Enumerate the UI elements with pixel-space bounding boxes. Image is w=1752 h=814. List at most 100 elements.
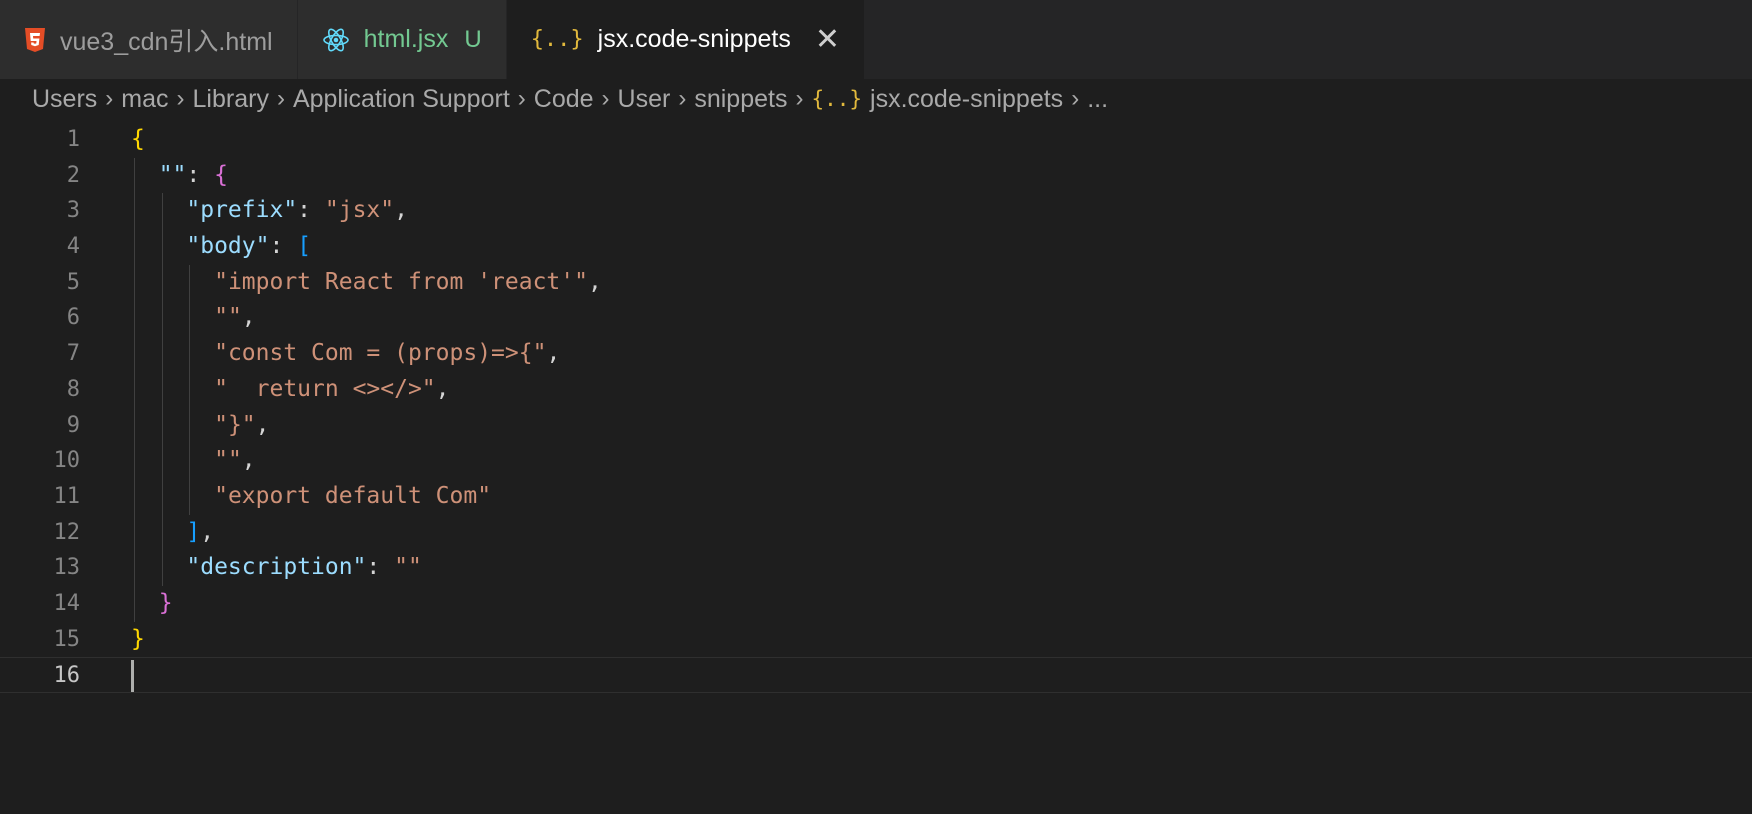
code-line[interactable]: 13 "description": "" (0, 550, 1752, 586)
chevron-right-icon: › (1071, 85, 1080, 112)
code-token: "" (214, 304, 242, 331)
code-token: "jsx" (324, 197, 395, 224)
code-text: ], (131, 515, 214, 551)
code-token: : (269, 233, 298, 260)
code-text: "prefix": "jsx", (131, 193, 408, 229)
tab-vue3-cdn-html[interactable]: vue3_cdn引入.html (0, 0, 298, 79)
breadcrumb-item-users[interactable]: Users (32, 85, 97, 114)
line-number: 2 (66, 162, 80, 188)
code-text: } (131, 622, 145, 658)
code-line[interactable]: 15} (0, 622, 1752, 658)
line-number: 15 (53, 626, 81, 652)
react-icon (322, 27, 350, 53)
editor-window: vue3_cdn引入.html html.jsx U {..} jsx.code… (0, 0, 1752, 814)
chevron-right-icon: › (276, 85, 285, 112)
code-text: "description": "" (131, 550, 422, 586)
code-token: [ (297, 233, 312, 260)
tab-label: vue3_cdn引入.html (60, 27, 273, 56)
breadcrumb-item-code[interactable]: Code (534, 85, 594, 114)
breadcrumb-item-library[interactable]: Library (193, 85, 269, 114)
code-line[interactable]: 14 } (0, 585, 1752, 622)
code-token: "prefix" (186, 197, 298, 224)
line-number: 4 (66, 234, 80, 260)
breadcrumb-item-mac[interactable]: mac (121, 85, 168, 114)
code-token: : (297, 197, 325, 224)
breadcrumb-item-snippets[interactable]: snippets (694, 85, 787, 114)
chevron-right-icon: › (678, 85, 687, 112)
code-line[interactable]: 6 "", (0, 300, 1752, 337)
line-number: 6 (66, 305, 80, 331)
code-line[interactable]: 4 "body": [ (0, 229, 1752, 265)
code-token: : (186, 161, 215, 188)
line-number: 9 (66, 412, 80, 438)
code-token: : (366, 554, 395, 581)
json-braces-icon: {..} (530, 27, 584, 52)
chevron-right-icon: › (795, 85, 804, 112)
tab-label: jsx.code-snippets (597, 25, 791, 53)
line-number: 3 (66, 198, 80, 224)
code-line[interactable]: 3 "prefix": "jsx", (0, 193, 1752, 230)
code-text: "export default Com" (131, 479, 491, 515)
code-text: "const Com = (props)=>{", (131, 336, 560, 372)
code-token: , (587, 268, 602, 295)
code-text: "body": [ (131, 229, 311, 265)
untracked-badge: U (464, 25, 482, 53)
chevron-right-icon: › (176, 85, 185, 112)
code-text: "}", (131, 408, 269, 444)
breadcrumb-item-symbols[interactable]: ... (1087, 85, 1108, 114)
code-token: } (158, 589, 173, 616)
code-line[interactable]: 7 "const Com = (props)=>{", (0, 336, 1752, 372)
code-text: { (131, 122, 145, 158)
code-line[interactable]: 10 "", (0, 443, 1752, 479)
line-number: 16 (53, 663, 81, 689)
code-line[interactable]: 5 "import React from 'react'", (0, 264, 1752, 301)
line-number: 12 (53, 519, 81, 545)
code-line[interactable]: 11 "export default Com" (0, 478, 1752, 515)
code-text: "", (131, 443, 256, 479)
code-token: "" (214, 447, 242, 474)
chevron-right-icon: › (601, 85, 610, 112)
line-number: 14 (53, 590, 81, 616)
line-number: 5 (66, 269, 80, 295)
breadcrumb-item-user[interactable]: User (618, 85, 671, 114)
code-line[interactable]: 1{ (0, 122, 1752, 158)
chevron-right-icon: › (105, 85, 114, 112)
code-token: , (200, 518, 215, 545)
tab-bar: vue3_cdn引入.html html.jsx U {..} jsx.code… (0, 0, 1752, 79)
code-line[interactable]: 2 "": { (0, 157, 1752, 194)
code-token: "description" (186, 554, 367, 581)
close-icon[interactable]: ✕ (815, 24, 840, 55)
code-token: " return <></>" (214, 375, 436, 402)
code-line[interactable]: 9 "}", (0, 407, 1752, 444)
chevron-right-icon: › (517, 85, 526, 112)
code-token: "" (394, 554, 422, 581)
code-token: { (131, 126, 145, 152)
code-token: "}" (214, 411, 256, 438)
code-line[interactable]: 16 (0, 657, 1752, 693)
code-line[interactable]: 8 " return <></>", (0, 371, 1752, 408)
tab-html-jsx[interactable]: html.jsx U (297, 0, 507, 79)
code-token: , (241, 447, 256, 474)
code-token: , (394, 197, 408, 224)
code-editor[interactable]: 1{2 "": {3 "prefix": "jsx", 4 "body": [5 … (0, 122, 1752, 814)
code-token: "const Com = (props)=>{" (214, 340, 547, 367)
tab-jsx-code-snippets[interactable]: {..} jsx.code-snippets ✕ (506, 0, 865, 79)
breadcrumb-item-application-support[interactable]: Application Support (293, 85, 510, 114)
code-text: "import React from 'react'", (131, 265, 602, 301)
code-line[interactable]: 12 ], (0, 514, 1752, 551)
code-text: } (131, 586, 173, 622)
breadcrumb-item-file[interactable]: jsx.code-snippets (870, 85, 1063, 114)
code-token: } (131, 625, 145, 652)
tab-label: html.jsx (363, 25, 449, 53)
code-token: , (546, 340, 561, 367)
